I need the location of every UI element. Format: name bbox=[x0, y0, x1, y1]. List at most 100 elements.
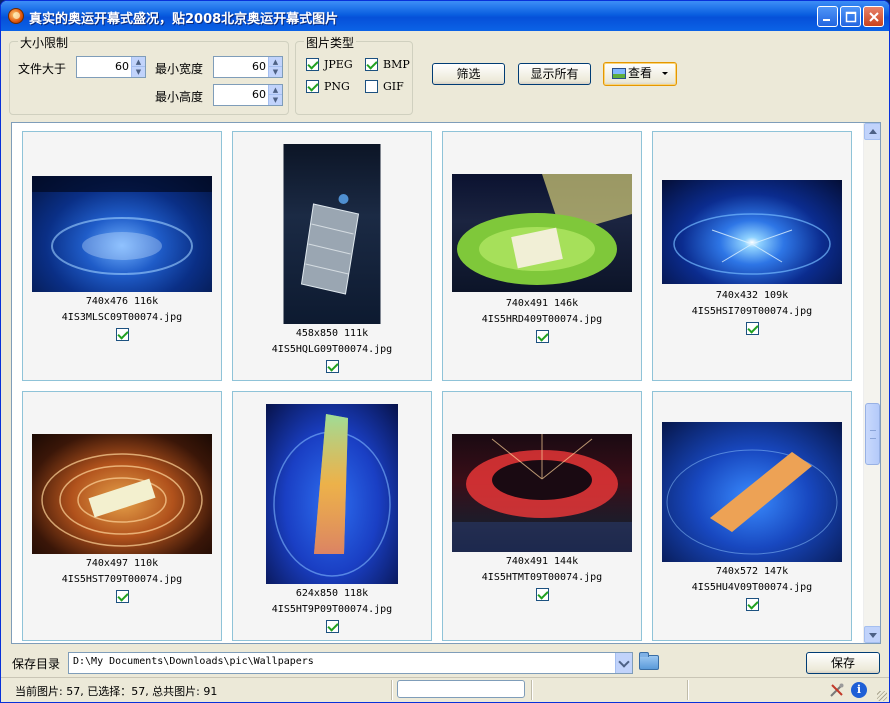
min-height-down-button[interactable]: ▼ bbox=[269, 95, 282, 105]
image-type-label: 图片类型 bbox=[304, 34, 357, 51]
min-width-down-button[interactable]: ▼ bbox=[269, 67, 282, 77]
image-thumbnail[interactable] bbox=[32, 176, 212, 292]
bmp-checkbox[interactable] bbox=[365, 58, 378, 71]
image-tile[interactable]: 624x850 118k 4IS5HT9P09T00074.jpg bbox=[232, 391, 432, 641]
status-bar: 当前图片: 57, 已选择：57, 总共图片: 91 i bbox=[1, 677, 889, 702]
png-checkbox[interactable] bbox=[306, 80, 319, 93]
image-gallery[interactable]: 740x476 116k 4IS3MLSC09T00074.jpg 458x85… bbox=[11, 122, 881, 644]
file-size-down-button[interactable]: ▼ bbox=[132, 67, 145, 77]
filter-toolbar: 大小限制 文件大于 60 ▲ ▼ 最小宽度 60 ▲ ▼ 最小高度 60 ▲ ▼… bbox=[1, 31, 889, 119]
image-dims: 458x850 111k bbox=[295, 328, 369, 339]
image-tile[interactable]: 740x497 110k 4IS5HST709T00074.jpg bbox=[22, 391, 222, 641]
tools-icon[interactable] bbox=[829, 682, 845, 698]
image-filename: 4IS5HT9P09T00074.jpg bbox=[271, 604, 393, 615]
min-width-stepper[interactable]: 60 ▲ ▼ bbox=[213, 56, 283, 78]
maximize-button[interactable] bbox=[840, 6, 861, 27]
min-height-stepper[interactable]: 60 ▲ ▼ bbox=[213, 84, 283, 106]
image-tile[interactable]: 740x476 116k 4IS3MLSC09T00074.jpg bbox=[22, 131, 222, 381]
file-size-label: 文件大于 bbox=[18, 62, 67, 76]
image-filename: 4IS5HRD409T00074.jpg bbox=[481, 314, 603, 325]
image-filename: 4IS5HSI709T00074.jpg bbox=[691, 306, 813, 317]
size-limit-group: 大小限制 文件大于 60 ▲ ▼ 最小宽度 60 ▲ ▼ 最小高度 60 ▲ ▼ bbox=[9, 34, 289, 115]
window-title: 真实的奥运开幕式盛况，贴2008北京奥运开幕式图片 bbox=[29, 12, 339, 27]
image-filename: 4IS5HQLG09T00074.jpg bbox=[271, 344, 393, 355]
min-width-value: 60 bbox=[252, 60, 266, 73]
close-icon bbox=[869, 12, 879, 22]
scroll-thumb[interactable] bbox=[865, 403, 880, 465]
image-select-checkbox[interactable] bbox=[326, 360, 339, 373]
image-tile[interactable]: 740x491 144k 4IS5HTMT09T00074.jpg bbox=[442, 391, 642, 641]
image-filename: 4IS5HST709T00074.jpg bbox=[61, 574, 183, 585]
image-dims: 740x432 109k bbox=[715, 290, 789, 301]
resize-grip[interactable] bbox=[877, 691, 887, 701]
save-path-value: D:\My Documents\Downloads\pic\Wallpapers bbox=[73, 656, 314, 667]
folder-icon[interactable] bbox=[639, 652, 659, 670]
image-filename: 4IS5HTMT09T00074.jpg bbox=[481, 572, 603, 583]
image-thumbnail[interactable] bbox=[662, 180, 842, 284]
image-dims: 740x497 110k bbox=[85, 558, 159, 569]
jpeg-label: JPEG bbox=[324, 58, 353, 71]
maximize-icon bbox=[845, 11, 857, 23]
image-dims: 740x572 147k bbox=[715, 566, 789, 577]
image-select-checkbox[interactable] bbox=[746, 322, 759, 335]
status-text: 当前图片: 57, 已选择：57, 总共图片: 91 bbox=[15, 685, 218, 698]
image-select-checkbox[interactable] bbox=[326, 620, 339, 633]
jpeg-checkbox[interactable] bbox=[306, 58, 319, 71]
image-select-checkbox[interactable] bbox=[746, 598, 759, 611]
view-button-label: 查看 bbox=[628, 66, 653, 80]
png-label: PNG bbox=[324, 80, 350, 93]
image-select-checkbox[interactable] bbox=[536, 588, 549, 601]
image-tile[interactable]: 740x491 146k 4IS5HRD409T00074.jpg bbox=[442, 131, 642, 381]
app-window: 真实的奥运开幕式盛况，贴2008北京奥运开幕式图片 大小限制 文件大于 60 ▲… bbox=[0, 0, 890, 703]
image-thumbnail[interactable] bbox=[283, 144, 381, 324]
app-icon[interactable] bbox=[8, 8, 24, 24]
file-size-stepper[interactable]: 60 ▲ ▼ bbox=[76, 56, 146, 78]
dropdown-arrow-icon bbox=[662, 72, 668, 75]
image-tile[interactable]: 740x432 109k 4IS5HSI709T00074.jpg bbox=[652, 131, 852, 381]
minimize-button[interactable] bbox=[817, 6, 838, 27]
size-limit-label: 大小限制 bbox=[18, 34, 71, 51]
image-filename: 4IS3MLSC09T00074.jpg bbox=[61, 312, 183, 323]
image-thumbnail[interactable] bbox=[32, 434, 212, 554]
gif-label: GIF bbox=[383, 80, 404, 93]
min-width-label: 最小宽度 bbox=[155, 62, 204, 76]
minimize-icon bbox=[823, 19, 830, 21]
image-dims: 624x850 118k bbox=[295, 588, 369, 599]
scroll-up-button[interactable] bbox=[864, 123, 880, 140]
close-button[interactable] bbox=[863, 6, 884, 27]
image-dims: 740x476 116k bbox=[85, 296, 159, 307]
view-dropdown-button[interactable]: 查看 bbox=[603, 62, 677, 86]
image-tile[interactable]: 740x572 147k 4IS5HU4V09T00074.jpg bbox=[652, 391, 852, 641]
bmp-label: BMP bbox=[383, 58, 410, 71]
title-bar[interactable]: 真实的奥运开幕式盛况，贴2008北京奥运开幕式图片 bbox=[1, 1, 889, 31]
filter-button[interactable]: 筛选 bbox=[432, 63, 505, 85]
image-dims: 740x491 144k bbox=[505, 556, 579, 567]
image-select-checkbox[interactable] bbox=[116, 328, 129, 341]
min-width-up-button[interactable]: ▲ bbox=[269, 57, 282, 67]
min-height-label: 最小高度 bbox=[155, 90, 204, 104]
image-tile[interactable]: 458x850 111k 4IS5HQLG09T00074.jpg bbox=[232, 131, 432, 381]
image-select-checkbox[interactable] bbox=[116, 590, 129, 603]
scroll-down-button[interactable] bbox=[864, 626, 880, 643]
image-type-group: 图片类型 JPEG BMP PNG GIF bbox=[295, 34, 413, 115]
show-all-button[interactable]: 显示所有 bbox=[518, 63, 591, 85]
image-thumbnail[interactable] bbox=[452, 434, 632, 552]
image-dims: 740x491 146k bbox=[505, 298, 579, 309]
image-thumbnail[interactable] bbox=[266, 404, 398, 584]
save-path-combobox[interactable]: D:\My Documents\Downloads\pic\Wallpapers bbox=[68, 652, 633, 674]
info-icon[interactable]: i bbox=[851, 682, 867, 698]
save-directory-row: 保存目录 D:\My Documents\Downloads\pic\Wallp… bbox=[1, 649, 889, 677]
save-dir-label: 保存目录 bbox=[12, 657, 61, 671]
min-height-up-button[interactable]: ▲ bbox=[269, 85, 282, 95]
image-select-checkbox[interactable] bbox=[536, 330, 549, 343]
file-size-value: 60 bbox=[115, 60, 129, 73]
image-thumbnail[interactable] bbox=[662, 422, 842, 562]
picture-icon bbox=[612, 68, 626, 79]
gallery-scrollbar[interactable] bbox=[863, 123, 880, 643]
progress-bar bbox=[397, 680, 525, 698]
file-size-up-button[interactable]: ▲ bbox=[132, 57, 145, 67]
chevron-down-icon[interactable] bbox=[615, 653, 632, 673]
gif-checkbox[interactable] bbox=[365, 80, 378, 93]
save-button[interactable]: 保存 bbox=[806, 652, 880, 674]
image-thumbnail[interactable] bbox=[452, 174, 632, 292]
